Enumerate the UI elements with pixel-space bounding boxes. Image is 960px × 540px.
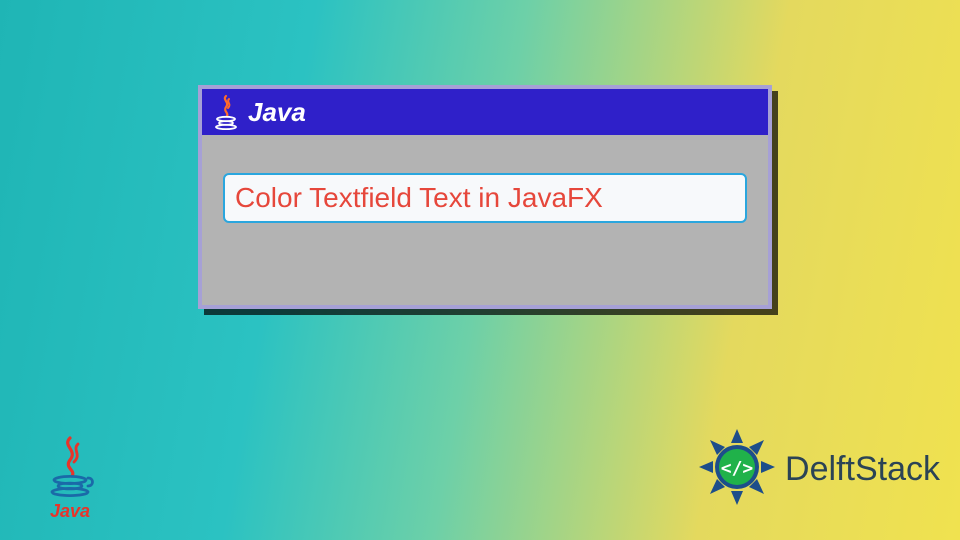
java-window: Java xyxy=(198,85,772,309)
java-logo-label: Java xyxy=(50,501,90,522)
window-title: Java xyxy=(248,97,306,128)
svg-text:</>: </> xyxy=(721,458,754,479)
java-steam-icon xyxy=(38,434,102,503)
java-logo-icon xyxy=(212,94,240,130)
color-textfield[interactable] xyxy=(223,173,747,223)
delftstack-logo: </> DelftStack xyxy=(695,425,940,514)
delftstack-label: DelftStack xyxy=(785,450,940,489)
window-body xyxy=(202,135,768,243)
delftstack-emblem-icon: </> xyxy=(695,425,779,514)
java-logo-footer: Java xyxy=(38,434,102,522)
titlebar[interactable]: Java xyxy=(202,89,768,135)
